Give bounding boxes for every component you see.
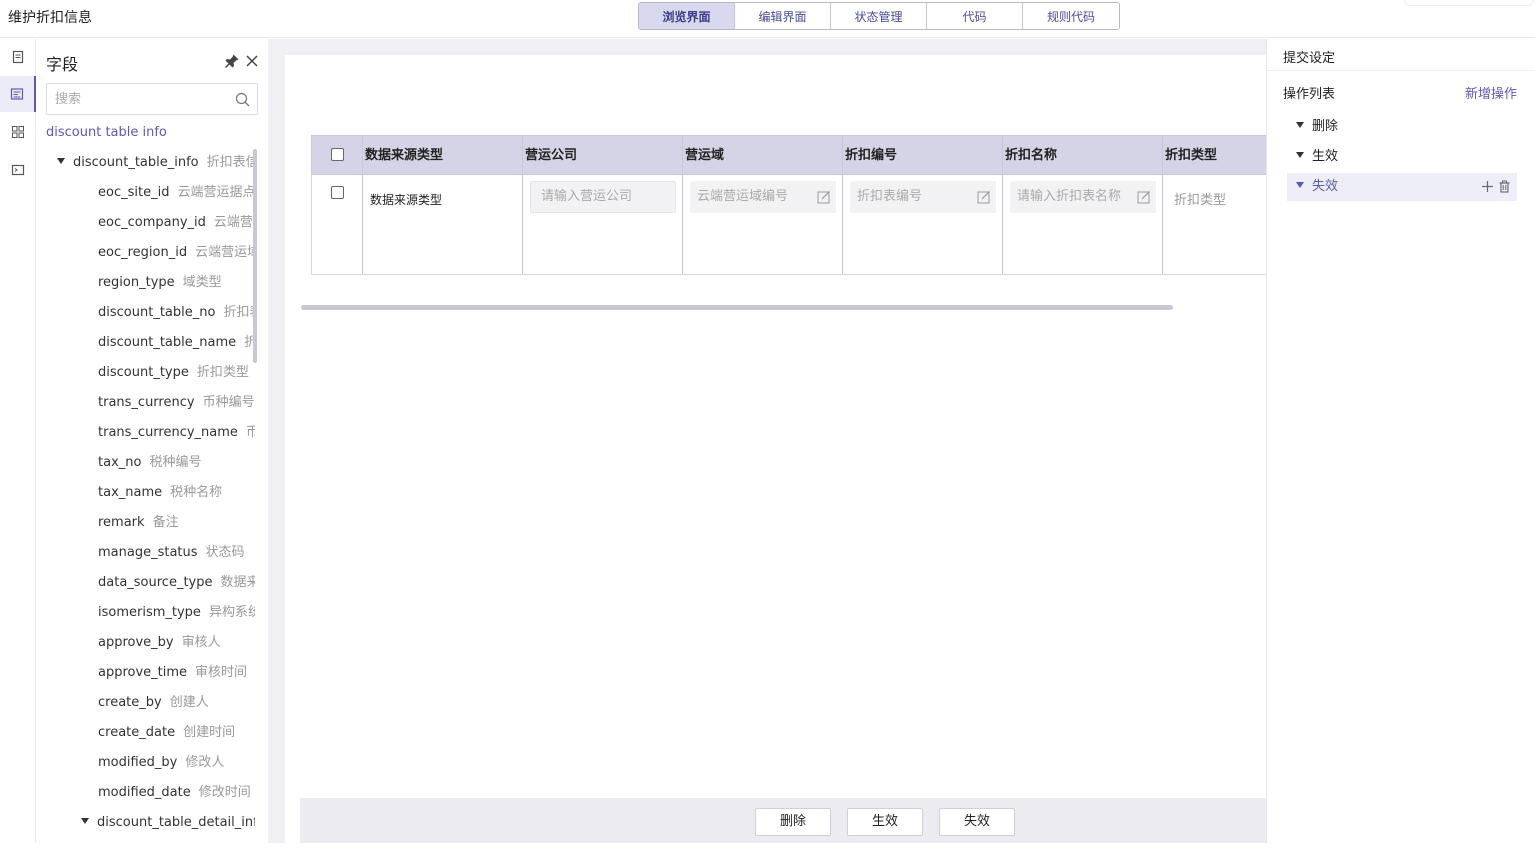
tree-item-discount-table-info[interactable]: discount_table_info折扣表信息 bbox=[57, 148, 255, 178]
caret-down-icon[interactable] bbox=[81, 817, 89, 824]
tree-item[interactable]: data_source_type数据来源类型 bbox=[98, 568, 255, 598]
search-input[interactable] bbox=[47, 84, 227, 114]
submit-settings-panel: 提交设定 操作列表 新增操作 删除 生效 失效 bbox=[1266, 39, 1535, 843]
tree-root[interactable]: discount table info bbox=[46, 125, 167, 140]
page-title: 维护折扣信息 bbox=[8, 10, 92, 26]
discount-name-placeholder: 请输入折扣表名称 bbox=[1017, 189, 1122, 204]
tree-item[interactable]: modified_date 修改时间 bbox=[98, 778, 251, 808]
add-operation-link[interactable]: 新增操作 bbox=[1465, 83, 1517, 102]
fields-panel-title: 字段 bbox=[46, 55, 79, 74]
tree-item[interactable]: tax_name 税种名称 bbox=[98, 478, 222, 508]
row-checkbox[interactable] bbox=[331, 186, 344, 199]
search-icon[interactable] bbox=[235, 92, 250, 107]
icon-rail bbox=[0, 39, 36, 843]
tree-item[interactable]: isomerism_type 异构系统 bbox=[98, 598, 255, 628]
company-input[interactable]: 请输入营运公司 bbox=[530, 181, 676, 213]
edit-icon[interactable] bbox=[817, 190, 831, 204]
tree-item[interactable]: region_type 域类型 bbox=[98, 268, 222, 298]
column-header[interactable]: 数据来源类型 bbox=[363, 136, 443, 176]
activate-button[interactable]: 生效 bbox=[847, 808, 923, 836]
grid-icon[interactable] bbox=[0, 114, 36, 150]
tree-item[interactable]: eoc_region_id 云端营运域 bbox=[98, 238, 255, 268]
data-grid: 数据来源类型 营运公司 营运域 折扣编号 折扣名称 折扣类型 数据来源类型 请输… bbox=[311, 135, 1266, 275]
tab-rule-code[interactable]: 规则代码 bbox=[1023, 3, 1119, 29]
caret-down-icon[interactable] bbox=[1296, 151, 1304, 158]
column-divider bbox=[682, 175, 683, 274]
table-row: 数据来源类型 请输入营运公司 云端营运域编号 折扣表编号 请输入折扣表名称 折扣… bbox=[311, 175, 1266, 275]
tree-item[interactable]: tax_no 税种编号 bbox=[98, 448, 201, 478]
edit-icon[interactable] bbox=[977, 190, 991, 204]
tree-item[interactable]: trans_currency_name币种名称 bbox=[98, 418, 255, 448]
column-header[interactable]: 折扣编号 bbox=[843, 136, 897, 176]
op-item-deactivate[interactable]: 失效 bbox=[1287, 173, 1517, 201]
horizontal-scrollbar[interactable] bbox=[301, 305, 1173, 310]
tree-item[interactable]: remark 备注 bbox=[98, 508, 179, 538]
terminal-icon[interactable] bbox=[0, 152, 36, 188]
plus-icon[interactable] bbox=[1481, 180, 1494, 193]
caret-down-icon[interactable] bbox=[1296, 181, 1304, 188]
column-divider bbox=[1162, 175, 1163, 274]
search-box bbox=[46, 83, 258, 115]
caret-down-icon[interactable] bbox=[1296, 121, 1304, 128]
discount-name-input[interactable]: 请输入折扣表名称 bbox=[1010, 181, 1156, 213]
tree-item[interactable]: create_date 创建时间 bbox=[98, 718, 235, 748]
tab-browse[interactable]: 浏览界面 bbox=[639, 3, 735, 29]
tree-item[interactable]: discount_table_name折扣表名称 bbox=[98, 328, 255, 358]
column-divider bbox=[522, 175, 523, 274]
op-list-label: 操作列表 bbox=[1283, 87, 1336, 102]
tree-item-discount-table-detail-info[interactable]: discount_table_detail_info bbox=[81, 808, 255, 838]
grid-header: 数据来源类型 营运公司 营运域 折扣编号 折扣名称 折扣类型 bbox=[311, 135, 1266, 175]
data-source-type-cell: 数据来源类型 bbox=[370, 193, 443, 207]
column-header[interactable]: 营运公司 bbox=[523, 136, 577, 176]
tab-edit[interactable]: 编辑界面 bbox=[735, 3, 831, 29]
column-header[interactable]: 折扣类型 bbox=[1163, 136, 1217, 176]
submit-settings-title: 提交设定 bbox=[1283, 51, 1336, 66]
trash-icon[interactable] bbox=[1498, 180, 1511, 193]
top-right-handle bbox=[1404, 0, 1534, 6]
tree-scrollbar[interactable] bbox=[253, 149, 257, 363]
discount-no-placeholder: 折扣表编号 bbox=[857, 189, 923, 204]
tab-code[interactable]: 代码 bbox=[927, 3, 1023, 29]
tree-item[interactable]: eoc_company_id云端营运公司 bbox=[98, 208, 255, 238]
tree-item[interactable]: approve_by 审核人 bbox=[98, 628, 221, 658]
deactivate-button[interactable]: 失效 bbox=[939, 808, 1015, 836]
tree-item[interactable]: discount_table_no折扣表编号 bbox=[98, 298, 255, 328]
column-divider bbox=[1002, 175, 1003, 274]
discount-type-cell[interactable]: 折扣类型 bbox=[1174, 189, 1226, 208]
select-all-checkbox[interactable] bbox=[331, 148, 344, 161]
delete-button[interactable]: 删除 bbox=[755, 808, 831, 836]
column-divider bbox=[842, 175, 843, 274]
form-icon[interactable] bbox=[0, 76, 36, 112]
document-icon[interactable] bbox=[0, 39, 36, 75]
tree-item[interactable]: discount_type 折扣类型 bbox=[98, 358, 249, 388]
region-input[interactable]: 云端营运域编号 bbox=[690, 181, 836, 213]
caret-down-icon[interactable] bbox=[57, 157, 65, 164]
op-item-activate[interactable]: 生效 bbox=[1287, 143, 1517, 171]
field-tree: discount_table_info折扣表信息 eoc_site_id云端营运… bbox=[37, 148, 255, 848]
discount-no-input[interactable]: 折扣表编号 bbox=[850, 181, 996, 213]
tree-item[interactable]: trans_currency 币种编号 bbox=[98, 388, 255, 418]
region-input-placeholder: 云端营运域编号 bbox=[697, 189, 789, 204]
tree-item[interactable]: manage_status 状态码 bbox=[98, 538, 245, 568]
column-divider bbox=[362, 175, 363, 274]
column-header[interactable]: 折扣名称 bbox=[1003, 136, 1057, 176]
edit-icon[interactable] bbox=[1137, 190, 1151, 204]
tree-item[interactable]: modified_by 修改人 bbox=[98, 748, 224, 778]
tree-item[interactable]: eoc_site_id 云端营运据点 bbox=[98, 178, 255, 208]
tree-item[interactable]: create_by 创建人 bbox=[98, 688, 209, 718]
pin-icon[interactable] bbox=[224, 53, 240, 69]
view-tabs: 浏览界面 编辑界面 状态管理 代码 规则代码 bbox=[638, 2, 1120, 30]
op-actions bbox=[1481, 180, 1511, 193]
column-header[interactable]: 营运域 bbox=[683, 136, 724, 176]
top-bar: 维护折扣信息 浏览界面 编辑界面 状态管理 代码 规则代码 bbox=[0, 0, 1535, 38]
close-icon[interactable] bbox=[244, 53, 260, 69]
divider bbox=[1267, 70, 1535, 71]
op-item-delete[interactable]: 删除 bbox=[1287, 113, 1517, 141]
tab-state[interactable]: 状态管理 bbox=[831, 3, 927, 29]
fields-panel: 字段 discount table info discount_table_in… bbox=[37, 39, 268, 843]
tree-item[interactable]: approve_time 审核时间 bbox=[98, 658, 247, 688]
footer-action-bar: 删除 生效 失效 bbox=[300, 798, 1266, 843]
